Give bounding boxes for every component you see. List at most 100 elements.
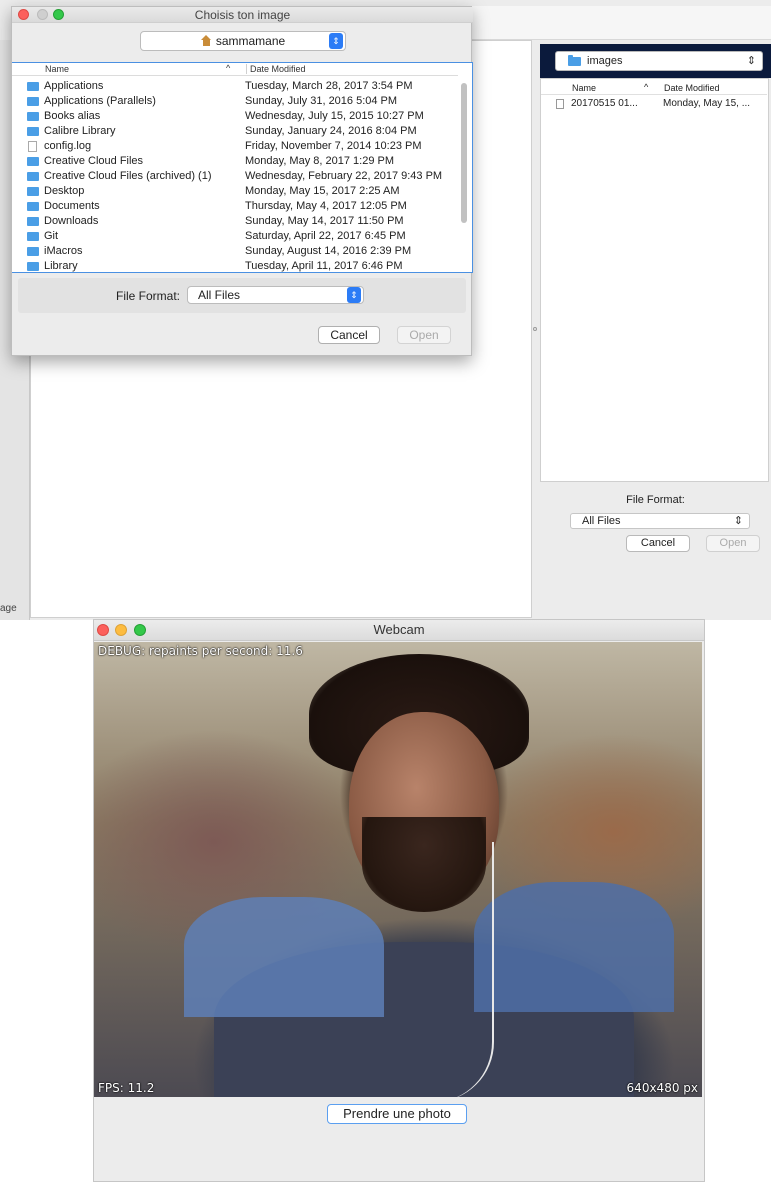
- file-row[interactable]: iMacros Sunday, August 14, 2016 2:39 PM: [12, 244, 458, 259]
- folder-icon: [27, 82, 39, 91]
- folder-icon: [27, 97, 39, 106]
- folder-icon: [27, 172, 39, 181]
- sort-ascending-icon: ^: [226, 63, 231, 73]
- file-row[interactable]: Documents Thursday, May 4, 2017 12:05 PM: [12, 199, 458, 214]
- folder-icon: [27, 187, 39, 196]
- split-pane-handle[interactable]: [533, 327, 537, 331]
- file-name: Creative Cloud Files (archived) (1): [44, 170, 212, 182]
- background-left-label: age: [0, 603, 17, 614]
- file-row[interactable]: Git Saturday, April 22, 2017 6:45 PM: [12, 229, 458, 244]
- dialog-title: Choisis ton image: [12, 7, 473, 23]
- file-row[interactable]: Desktop Monday, May 15, 2017 2:25 AM: [12, 184, 458, 199]
- right-folder-label: images: [587, 55, 623, 67]
- file-name: Calibre Library: [44, 125, 116, 137]
- close-button[interactable]: [18, 9, 29, 20]
- folder-icon: [27, 232, 39, 241]
- file-row[interactable]: Books alias Wednesday, July 15, 2015 10:2…: [12, 109, 458, 124]
- sort-ascending-icon: ^: [644, 82, 649, 92]
- right-file-list: [540, 78, 769, 482]
- file-name: config.log: [44, 140, 92, 152]
- background-toolbar: [470, 6, 771, 40]
- file-name: Applications: [44, 80, 104, 92]
- document-icon: [28, 141, 37, 152]
- file-table: Name ^ Date Modified Applications Tuesday…: [12, 62, 473, 273]
- cancel-button[interactable]: Cancel: [318, 326, 380, 344]
- format-value: All Files: [198, 288, 241, 302]
- file-date: Thursday, May 4, 2017 12:05 PM: [245, 200, 407, 212]
- scrollbar[interactable]: [461, 83, 467, 223]
- take-photo-button[interactable]: Prendre une photo: [327, 1104, 467, 1124]
- right-file-name: 20170515 01...: [571, 98, 638, 109]
- folder-icon: [568, 54, 581, 66]
- minimize-button[interactable]: [115, 624, 127, 636]
- file-date: Sunday, January 24, 2016 8:04 PM: [245, 125, 417, 137]
- feed-shape: [184, 897, 384, 1017]
- debug-overlay: DEBUG: repaints per second: 11.6: [98, 644, 303, 658]
- right-file-date: Monday, May 15, ...: [663, 98, 751, 109]
- format-select[interactable]: All Files ⇕: [187, 286, 364, 304]
- file-row[interactable]: Downloads Sunday, May 14, 2017 11:50 PM: [12, 214, 458, 229]
- right-col-name[interactable]: Name: [572, 83, 596, 93]
- column-header-name[interactable]: Name: [45, 64, 69, 74]
- chevron-updown-icon: ⇕: [329, 33, 343, 49]
- folder-icon: [27, 262, 39, 271]
- file-name: Applications (Parallels): [44, 95, 156, 107]
- right-format-select[interactable]: All Files ⇕: [570, 513, 750, 529]
- maximize-button[interactable]: [134, 624, 146, 636]
- file-name: Books alias: [44, 110, 101, 122]
- file-date: Tuesday, March 28, 2017 3:54 PM: [245, 80, 413, 92]
- location-label: sammamane: [215, 34, 286, 48]
- file-row[interactable]: Applications Tuesday, March 28, 2017 3:54…: [12, 79, 458, 94]
- right-cancel-button[interactable]: Cancel: [626, 535, 690, 552]
- file-row[interactable]: Calibre Library Sunday, January 24, 2016 …: [12, 124, 458, 139]
- folder-icon: [27, 157, 39, 166]
- chevron-updown-icon: ⇕: [347, 287, 361, 303]
- right-file-row[interactable]: 20170515 01... Monday, May 15, ...: [556, 98, 768, 111]
- resolution-overlay: 640x480 px: [626, 1081, 698, 1095]
- image-file-icon: [556, 99, 564, 109]
- file-row[interactable]: Creative Cloud Files (archived) (1) Wedne…: [12, 169, 458, 184]
- file-name: Git: [44, 230, 59, 242]
- close-button[interactable]: [97, 624, 109, 636]
- folder-icon: [27, 217, 39, 226]
- file-date: Tuesday, April 11, 2017 6:46 PM: [245, 260, 403, 272]
- file-date: Sunday, July 31, 2016 5:04 PM: [245, 95, 398, 107]
- format-label: File Format:: [116, 289, 181, 303]
- folder-icon: [27, 112, 39, 121]
- right-open-button[interactable]: Open: [706, 535, 760, 552]
- file-table-header: Name ^ Date Modified: [12, 63, 458, 76]
- feed-shape: [474, 882, 674, 1012]
- feed-shape: [424, 842, 494, 1097]
- file-row[interactable]: config.log Friday, November 7, 2014 10:23…: [12, 139, 458, 154]
- right-folder-select[interactable]: images ⇕: [555, 51, 763, 71]
- file-row[interactable]: Creative Cloud Files Monday, May 8, 2017 …: [12, 154, 458, 169]
- minimize-button[interactable]: [37, 9, 48, 20]
- file-row[interactable]: Applications (Parallels) Sunday, July 31,…: [12, 94, 458, 109]
- column-header-date[interactable]: Date Modified: [246, 64, 306, 74]
- file-date: Wednesday, February 22, 2017 9:43 PM: [245, 170, 443, 182]
- file-row[interactable]: Library Tuesday, April 11, 2017 6:46 PM: [12, 259, 458, 274]
- webcam-window: Webcam DEBUG: repaints per second: 11.6 …: [93, 619, 705, 1182]
- file-name: Desktop: [44, 185, 85, 197]
- folder-icon: [27, 247, 39, 256]
- folder-icon: [27, 202, 39, 211]
- open-button[interactable]: Open: [397, 326, 451, 344]
- file-name: Creative Cloud Files: [44, 155, 144, 167]
- home-icon: [200, 35, 212, 46]
- right-format-label: File Format:: [626, 494, 685, 506]
- maximize-button[interactable]: [53, 9, 64, 20]
- chevron-updown-icon: ⇕: [746, 55, 756, 67]
- webcam-title: Webcam: [94, 620, 704, 641]
- webcam-feed: DEBUG: repaints per second: 11.6 FPS: 11…: [94, 642, 702, 1097]
- right-col-date[interactable]: Date Modified: [664, 83, 720, 93]
- right-format-value: All Files: [582, 515, 621, 527]
- chevron-updown-icon: ⇕: [733, 515, 743, 527]
- file-date: Sunday, August 14, 2016 2:39 PM: [245, 245, 412, 257]
- open-file-dialog: Choisis ton image sammamane ⇕ Name ^ Dat…: [11, 6, 473, 356]
- folder-icon: [27, 127, 39, 136]
- file-date: Wednesday, July 15, 2015 10:27 PM: [245, 110, 424, 122]
- file-date: Sunday, May 14, 2017 11:50 PM: [245, 215, 404, 227]
- file-date: Saturday, April 22, 2017 6:45 PM: [245, 230, 406, 242]
- location-select[interactable]: sammamane ⇕: [140, 31, 346, 51]
- fps-overlay: FPS: 11.2: [98, 1081, 155, 1095]
